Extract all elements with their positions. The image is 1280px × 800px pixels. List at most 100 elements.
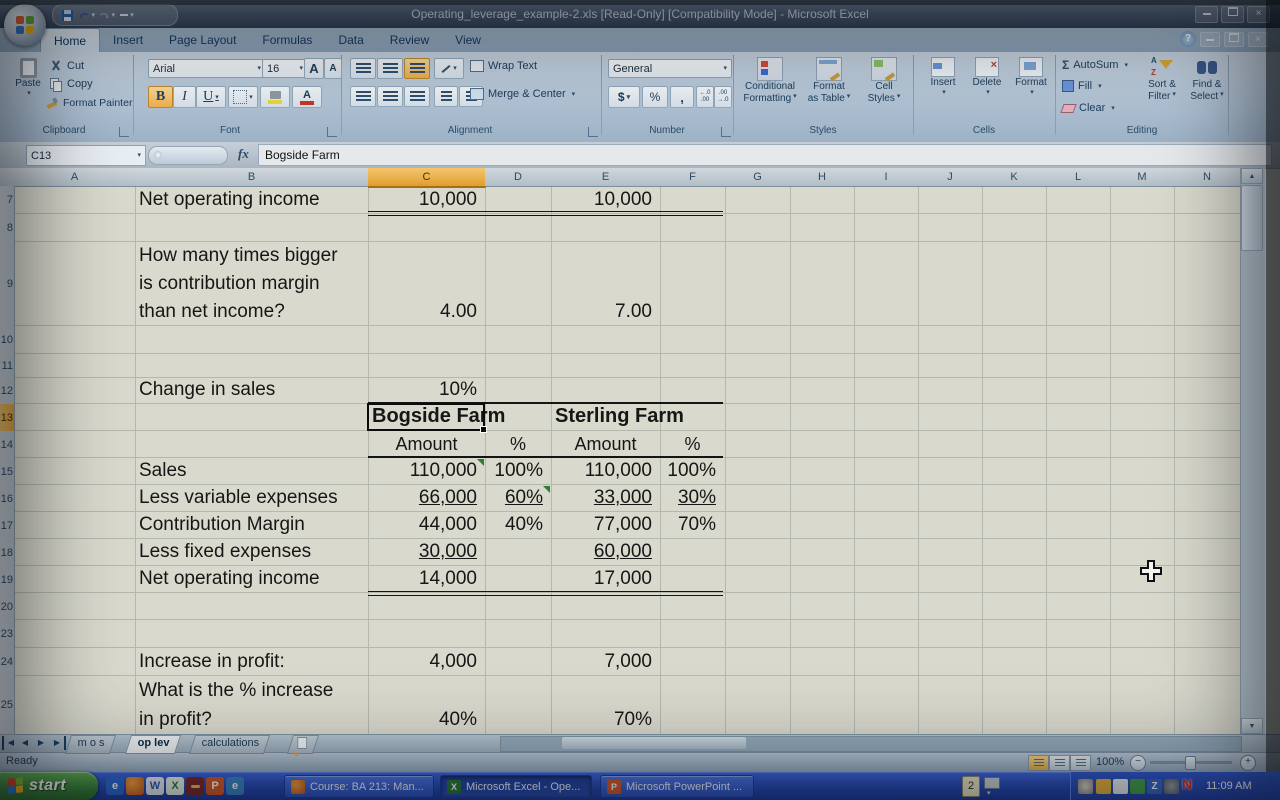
cell-B9-line2[interactable]: is contribution margin xyxy=(139,270,369,298)
quick-launch-excel-icon[interactable]: X xyxy=(166,777,184,795)
cell-F15[interactable]: 100% xyxy=(662,458,720,485)
cell-B7[interactable]: Net operating income xyxy=(139,186,365,214)
borders-button[interactable]: ▾ xyxy=(228,86,258,108)
cell-D14[interactable]: % xyxy=(485,431,551,458)
align-right-button[interactable] xyxy=(404,86,430,107)
tray-icon-5[interactable]: Z xyxy=(1147,779,1162,794)
tray-n-icon[interactable]: N xyxy=(1182,776,1192,792)
clear-button[interactable]: Clear▾ xyxy=(1062,102,1115,114)
start-button[interactable]: start xyxy=(0,772,98,800)
cell-E13[interactable]: Sterling Farm xyxy=(555,404,755,431)
tray-icon-3[interactable] xyxy=(1113,779,1128,794)
format-cells-button[interactable]: Format▾ xyxy=(1010,57,1052,96)
format-as-table-button[interactable]: Formatas Table▾ xyxy=(802,57,856,105)
autosum-button[interactable]: ΣAutoSum▾ xyxy=(1062,58,1128,72)
row-header-9[interactable]: 9 xyxy=(0,242,15,327)
fill-handle[interactable] xyxy=(480,426,487,433)
tray-icon-6[interactable] xyxy=(1164,779,1179,794)
quick-launch-key-icon[interactable] xyxy=(186,777,204,795)
font-color-button[interactable]: A xyxy=(292,86,322,108)
italic-button[interactable]: I xyxy=(173,86,196,108)
sheet-tab-mos[interactable]: m o s xyxy=(65,735,116,754)
number-dialog-launcher[interactable] xyxy=(721,127,731,137)
bold-button[interactable]: B xyxy=(148,86,173,108)
percent-style-button[interactable]: % xyxy=(642,86,668,108)
zoom-in-button[interactable]: + xyxy=(1240,755,1256,771)
number-format-select[interactable]: General▾ xyxy=(608,59,732,78)
tab-insert[interactable]: Insert xyxy=(100,28,156,52)
tab-data[interactable]: Data xyxy=(325,28,376,52)
tray-icon-4[interactable] xyxy=(1130,779,1145,794)
accounting-format-button[interactable]: $▾ xyxy=(608,86,640,108)
active-cell-selection[interactable] xyxy=(367,403,485,431)
cell-C24[interactable]: 4,000 xyxy=(372,648,481,676)
last-sheet-button[interactable]: ▶ xyxy=(50,736,66,750)
tab-view[interactable]: View xyxy=(442,28,494,52)
sheet-tab-op-lev[interactable]: op lev xyxy=(125,735,181,754)
align-left-button[interactable] xyxy=(350,86,376,107)
font-family-select[interactable]: Arial▾ xyxy=(148,59,266,78)
wrap-text-button[interactable]: Wrap Text xyxy=(470,60,537,72)
undo-button[interactable]: ▾ xyxy=(79,8,95,22)
formula-input[interactable]: Bogside Farm xyxy=(258,144,1272,166)
tab-page-layout[interactable]: Page Layout xyxy=(156,28,249,52)
select-all-corner[interactable] xyxy=(0,168,15,187)
row-header-13[interactable]: 13 xyxy=(0,404,15,432)
doc-minimize-button[interactable] xyxy=(1200,32,1220,47)
row-header-19[interactable]: 19 xyxy=(0,566,15,594)
row-header-20[interactable]: 20 xyxy=(0,593,15,621)
row-header-23[interactable]: 23 xyxy=(0,620,15,649)
cell-E9[interactable]: 7.00 xyxy=(549,242,656,326)
horizontal-scroll-thumb[interactable] xyxy=(562,737,746,749)
tab-home[interactable]: Home xyxy=(40,28,100,53)
align-center-button[interactable] xyxy=(377,86,403,107)
save-button[interactable] xyxy=(59,8,75,22)
column-header-M[interactable]: M xyxy=(1110,168,1175,187)
font-dialog-launcher[interactable] xyxy=(327,127,337,137)
sheet-tab-calculations[interactable]: calculations xyxy=(189,735,271,754)
column-header-K[interactable]: K xyxy=(982,168,1047,187)
decrease-decimal-button[interactable]: .00→.0 xyxy=(714,86,732,108)
insert-cells-button[interactable]: Insert▾ xyxy=(922,57,964,96)
column-header-I[interactable]: I xyxy=(854,168,919,187)
column-header-H[interactable]: H xyxy=(790,168,855,187)
cell-C15[interactable]: 110,000 xyxy=(372,458,481,485)
cell-D17[interactable]: 40% xyxy=(487,512,547,539)
comma-style-button[interactable]: , xyxy=(670,86,694,108)
cell-styles-button[interactable]: CellStyles▾ xyxy=(860,57,908,105)
tab-review[interactable]: Review xyxy=(377,28,442,52)
doc-close-button[interactable]: × xyxy=(1248,32,1268,47)
quick-launch-firefox-icon[interactable] xyxy=(126,777,144,795)
cell-B12[interactable]: Change in sales xyxy=(139,378,365,404)
orientation-button[interactable]: ▾ xyxy=(434,58,464,79)
cell-B25-line1[interactable]: What is the % increase xyxy=(139,676,369,705)
underline-button[interactable]: U▾ xyxy=(196,86,226,108)
zoom-level[interactable]: 100% xyxy=(1096,756,1124,768)
quick-launch-powerpoint-icon[interactable]: P xyxy=(206,777,224,795)
restore-button[interactable] xyxy=(1221,6,1244,23)
row-header-12[interactable]: 12 xyxy=(0,378,15,405)
insert-function-button[interactable]: fx xyxy=(238,146,249,162)
clipboard-dialog-launcher[interactable] xyxy=(119,127,129,137)
cell-E25[interactable]: 70% xyxy=(549,676,656,734)
close-button[interactable]: × xyxy=(1247,6,1270,23)
prev-sheet-button[interactable]: ◀ xyxy=(18,736,32,750)
format-painter-button[interactable]: Format Painter xyxy=(46,97,132,109)
column-header-F[interactable]: F xyxy=(660,168,726,187)
customize-qat-button[interactable]: ▾ xyxy=(119,8,135,22)
quick-launch-msn-icon[interactable]: e xyxy=(226,777,244,795)
scroll-up-button[interactable]: ▲ xyxy=(1241,168,1263,184)
redo-button[interactable]: ▾ xyxy=(99,8,115,22)
cell-C14[interactable]: Amount xyxy=(368,431,485,458)
fill-color-button[interactable] xyxy=(260,86,290,108)
tray-icon-2[interactable] xyxy=(1096,779,1111,794)
tray-expand-icon[interactable]: ▾ xyxy=(987,789,991,797)
cell-B15[interactable]: Sales xyxy=(139,458,365,485)
cell-B9-line3[interactable]: than net income? xyxy=(139,298,369,326)
conditional-formatting-button[interactable]: ConditionalFormatting▾ xyxy=(742,57,798,105)
cell-C19[interactable]: 14,000 xyxy=(372,566,481,593)
cell-E24[interactable]: 7,000 xyxy=(549,648,656,676)
merge-center-button[interactable]: Merge & Center▾ xyxy=(470,88,575,100)
column-header-E[interactable]: E xyxy=(551,168,661,187)
increase-decimal-button[interactable]: ←.0.00 xyxy=(696,86,714,108)
